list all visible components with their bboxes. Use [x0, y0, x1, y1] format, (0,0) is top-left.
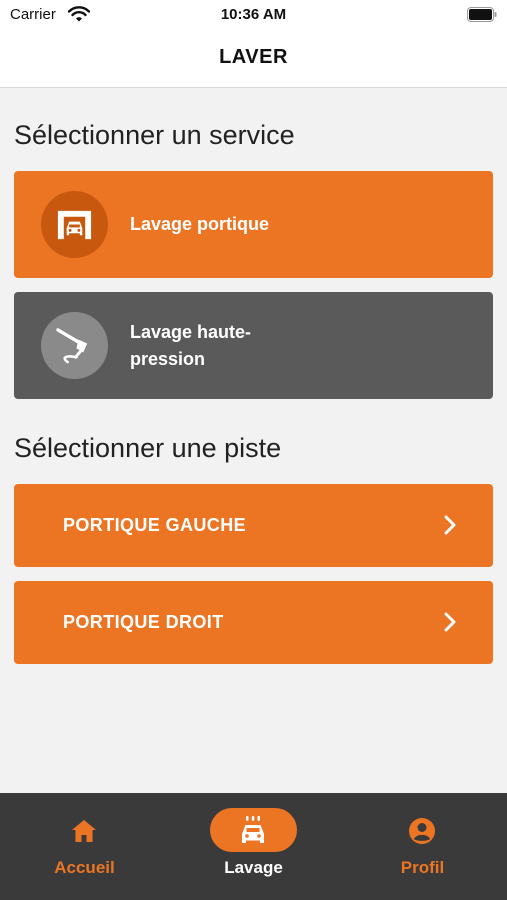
tab-label: Accueil [54, 858, 115, 877]
tab-lavage[interactable]: Lavage [169, 793, 338, 900]
service-icon-badge [41, 312, 108, 379]
service-card-lavage-portique[interactable]: Lavage portique [14, 171, 493, 278]
active-tab-indicator [210, 808, 297, 852]
clock: 10:36 AM [220, 6, 287, 23]
car-wash-gantry-icon [57, 210, 92, 240]
status-bar: Carrier 10:36 AM [0, 0, 507, 30]
track-option-portique-droit[interactable]: PORTIQUE DROIT [14, 581, 493, 664]
pressure-washer-icon [56, 328, 88, 364]
tab-label: Profil [400, 858, 445, 877]
tab-profil[interactable]: Profil [338, 793, 507, 900]
chevron-right-icon [444, 515, 456, 535]
home-icon [72, 820, 96, 842]
track-option-portique-gauche[interactable]: PORTIQUE GAUCHE [14, 484, 493, 567]
track-label: PORTIQUE GAUCHE [63, 515, 247, 535]
track-label: PORTIQUE DROIT [63, 612, 224, 632]
page-title: LAVER [219, 46, 288, 68]
battery-icon [467, 7, 497, 22]
tab-label: Lavage [224, 858, 283, 877]
service-section-heading: Sélectionner un service [14, 120, 295, 150]
navigation-bar: LAVER [0, 30, 507, 88]
tab-bar: Accueil Lavage Profil [0, 793, 507, 900]
profile-icon [409, 818, 435, 844]
service-label: Lavage portique [130, 214, 270, 234]
chevron-right-icon [444, 612, 456, 632]
track-section-heading: Sélectionner une piste [14, 433, 282, 463]
tab-accueil[interactable]: Accueil [0, 793, 169, 900]
service-card-lavage-haute-pression[interactable]: Lavage haute- pression [14, 292, 493, 399]
car-wash-icon [242, 816, 264, 843]
service-icon-badge [41, 191, 108, 258]
service-label: Lavage haute- pression [130, 321, 252, 369]
